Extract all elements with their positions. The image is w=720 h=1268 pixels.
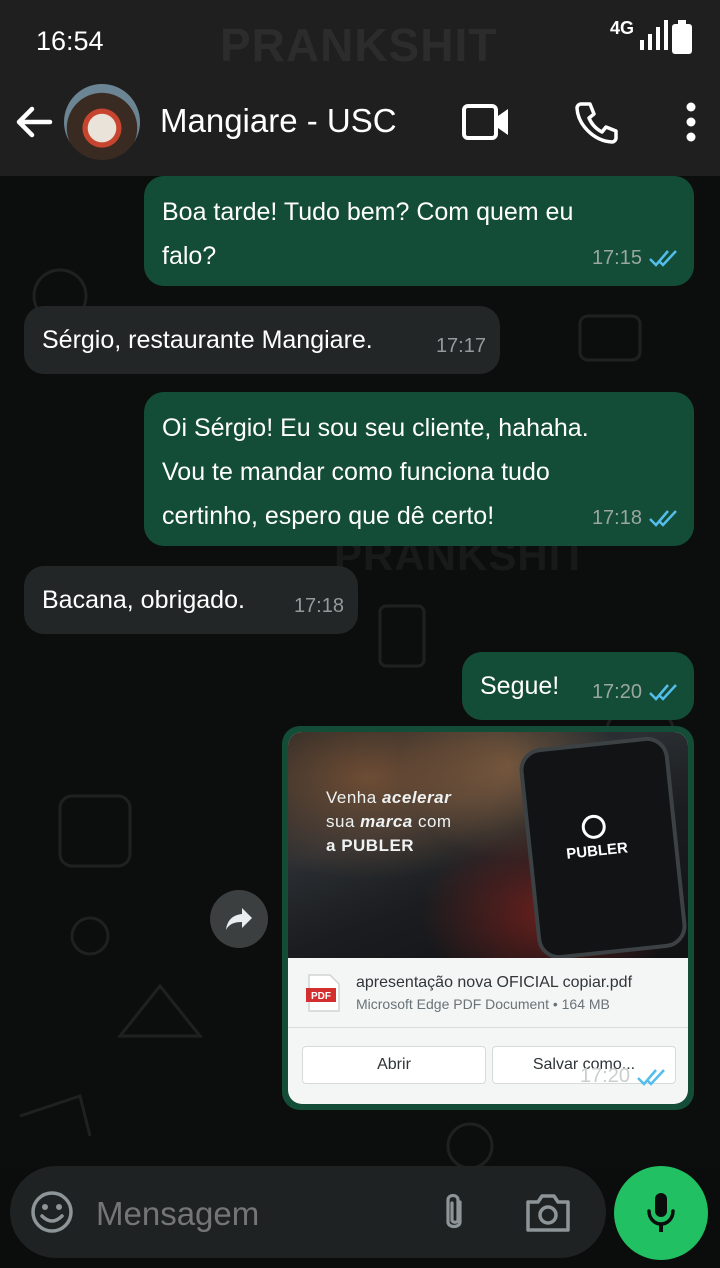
open-button-label: Abrir [377, 1056, 411, 1073]
preview-headline: sua marca com [326, 812, 452, 831]
document-preview[interactable]: Venha acelerar sua marca com a PUBLER PU… [288, 732, 688, 958]
contact-name[interactable]: Mangiare - USC [160, 102, 397, 140]
forward-button[interactable] [210, 890, 268, 948]
phone-mockup-image: PUBLER [517, 734, 688, 958]
message-composer [10, 1166, 606, 1258]
message-text-line: Boa tarde! Tudo bem? Com quem eu [162, 198, 574, 226]
message-meta: 17:17 [436, 324, 486, 368]
read-ticks-icon [649, 684, 677, 701]
signal-icon [640, 20, 668, 50]
message-time: 17:18 [591, 507, 642, 529]
message-time: 17:20 [579, 1065, 630, 1087]
read-ticks-icon [637, 1068, 665, 1086]
status-time: 16:54 [36, 26, 104, 56]
message-time: 17:18 [293, 595, 344, 617]
video-call-icon[interactable] [460, 102, 512, 142]
contact-avatar[interactable] [64, 84, 140, 160]
open-document-button[interactable]: Abrir [302, 1046, 486, 1084]
forward-icon [226, 908, 252, 930]
emoji-icon[interactable] [30, 1190, 74, 1234]
message-meta: 17:20 [592, 670, 680, 714]
battery-icon [672, 20, 692, 54]
document-subtitle: Microsoft Edge PDF Document • 164 MB [356, 996, 610, 1012]
document-filename: apresentação nova OFICIAL copiar.pdf [356, 974, 633, 991]
message-meta: 17:15 [592, 236, 680, 280]
network-type: 4G [610, 18, 635, 38]
document-card[interactable]: Venha acelerar sua marca com a PUBLER PU… [288, 732, 688, 1104]
message-time: 17:20 [591, 681, 642, 703]
message-meta: 17:18 [294, 584, 344, 628]
read-ticks-icon [649, 250, 677, 267]
document-message[interactable]: Venha acelerar sua marca com a PUBLER PU… [282, 726, 694, 1110]
pdf-file-icon: PDF [306, 974, 340, 1012]
preview-headline: Venha acelerar [326, 788, 452, 807]
status-bar: 16:54 PRANKSHIT 4G [0, 0, 720, 84]
message-meta: 17:18 [592, 496, 680, 540]
phone-call-icon[interactable] [572, 98, 620, 146]
message-bubble-outgoing[interactable]: Boa tarde! Tudo bem? Com quem eu falo? 1… [144, 176, 694, 286]
message-bubble-outgoing[interactable]: Segue! 17:20 [462, 652, 694, 720]
read-ticks-icon [649, 510, 677, 527]
watermark: PRANKSHIT [220, 19, 498, 71]
message-time: 17:17 [435, 335, 486, 357]
document-file-info: PDF apresentação nova OFICIAL copiar.pdf… [288, 958, 688, 1028]
camera-icon[interactable] [524, 1190, 572, 1234]
message-bubble-outgoing[interactable]: Oi Sérgio! Eu sou seu cliente, hahaha. V… [144, 392, 694, 546]
message-text-line: Sérgio, restaurante Mangiare. [42, 326, 373, 354]
publer-logo-icon [580, 813, 607, 841]
message-time: 17:15 [591, 247, 642, 269]
back-arrow-icon[interactable] [14, 102, 54, 142]
preview-headline: a PUBLER [326, 836, 415, 855]
message-input[interactable] [96, 1194, 396, 1234]
message-text-line: Vou te mandar como funciona tudo [162, 458, 550, 486]
message-meta: 17:20 [580, 1065, 668, 1088]
message-text-line: Oi Sérgio! Eu sou seu cliente, hahaha. [162, 414, 589, 442]
svg-text:PDF: PDF [311, 991, 331, 1002]
voice-message-button[interactable] [614, 1166, 708, 1260]
chat-header: Mangiare - USC [0, 84, 720, 176]
phone-logo-text: PUBLER [565, 839, 629, 863]
chat-area[interactable]: PRANKSHIT Boa tarde! Tudo bem? Com quem … [0, 176, 720, 1168]
message-bubble-incoming[interactable]: Sérgio, restaurante Mangiare. 17:17 [24, 306, 500, 374]
more-options-icon[interactable] [676, 98, 706, 146]
message-bubble-incoming[interactable]: Bacana, obrigado. 17:18 [24, 566, 358, 634]
attach-icon[interactable] [436, 1190, 472, 1236]
microphone-icon [647, 1193, 675, 1232]
